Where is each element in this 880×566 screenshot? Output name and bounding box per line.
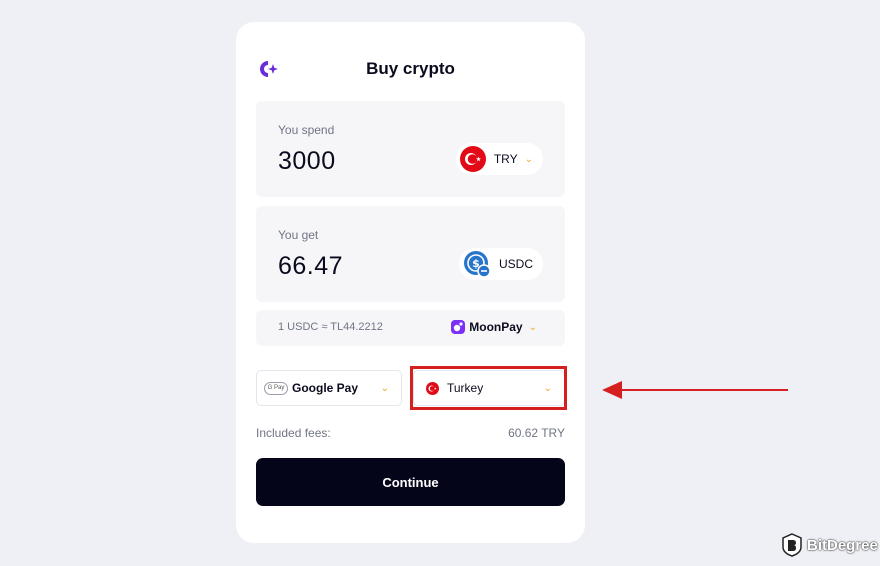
bitdegree-logo-icon [782,533,802,557]
fees-value: 60.62 TRY [508,426,565,440]
buy-crypto-card: Buy crypto You spend 3000 TRY ⌄ You get … [236,22,585,543]
country-highlight-box [410,366,567,410]
payment-method-label: Google Pay [292,381,359,395]
continue-button[interactable]: Continue [256,458,565,506]
get-label: You get [278,228,319,242]
moonpay-icon [451,320,466,334]
provider-name: MoonPay [469,320,523,334]
get-currency-label: USDC [498,257,533,271]
spend-label: You spend [278,123,335,137]
get-currency-select[interactable]: $ USDC [458,248,543,280]
chevron-down-icon: ⌄ [380,383,389,394]
provider-select[interactable]: MoonPay ⌄ [451,320,537,334]
chevron-down-icon: ⌄ [528,321,537,333]
get-panel: You get 66.47 $ USDC [256,206,565,302]
chevron-down-icon: ⌄ [524,153,533,165]
get-amount: 66.47 [278,252,344,280]
watermark: BitDegree [782,533,878,557]
usdc-icon: $ [463,251,491,278]
arrow-left-icon [602,381,788,399]
spend-panel: You spend 3000 TRY ⌄ [256,101,565,197]
turkey-flag-icon [459,146,486,172]
spend-currency-select[interactable]: TRY ⌄ [455,143,543,175]
exchange-rate: 1 USDC ≈ TL44.2212 [278,321,383,333]
google-pay-icon: G Pay [264,381,288,395]
page-title: Buy crypto [366,59,455,78]
fees-label: Included fees: [256,426,331,440]
payment-method-select[interactable]: G Pay Google Pay ⌄ [256,370,402,406]
spend-amount-input[interactable]: 3000 [278,147,336,176]
rate-panel: 1 USDC ≈ TL44.2212 MoonPay ⌄ [256,310,565,346]
watermark-name: BitDegree [807,536,878,554]
spend-currency-label: TRY [493,152,518,166]
